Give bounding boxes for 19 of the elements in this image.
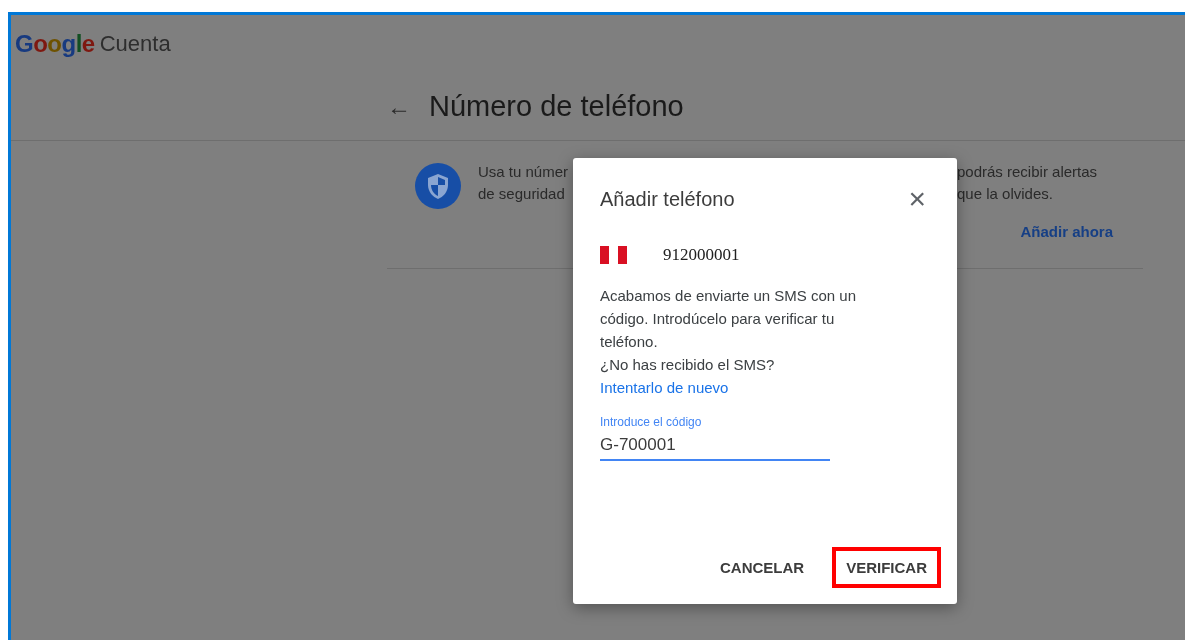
code-field[interactable]: G-700001 xyxy=(600,435,830,461)
sms-message: Acabamos de enviarte un SMS con un código. Introdúcelo para verificar tu teléfono. xyxy=(600,286,857,352)
retry-link[interactable]: Intentarlo de nuevo xyxy=(600,379,729,396)
description-text: de seguridad xyxy=(478,185,566,203)
description-text: Usa tu númer xyxy=(478,163,569,181)
flag-icon xyxy=(600,246,627,264)
dialog-button[interactable]: CANCELAR xyxy=(706,547,819,588)
product-name: Cuenta xyxy=(99,31,171,57)
close-button[interactable]: × xyxy=(904,184,930,214)
page-title: Número de teléfono xyxy=(429,90,684,123)
field-label: Introduce el código xyxy=(600,415,703,429)
description-text: que la olvides. xyxy=(957,185,1054,203)
back-button[interactable]: ← xyxy=(387,92,411,121)
shield-icon xyxy=(415,163,461,209)
phone-number: 912000001 xyxy=(663,245,740,265)
dialog-title: Añadir teléfono xyxy=(600,187,735,211)
retry-message: ¿No has recibido el SMS? Intentarlo de nuevo xyxy=(600,355,776,398)
dialog-button[interactable]: VERIFICAR xyxy=(832,547,941,588)
description-text: podrás recibir alertas xyxy=(957,163,1099,181)
